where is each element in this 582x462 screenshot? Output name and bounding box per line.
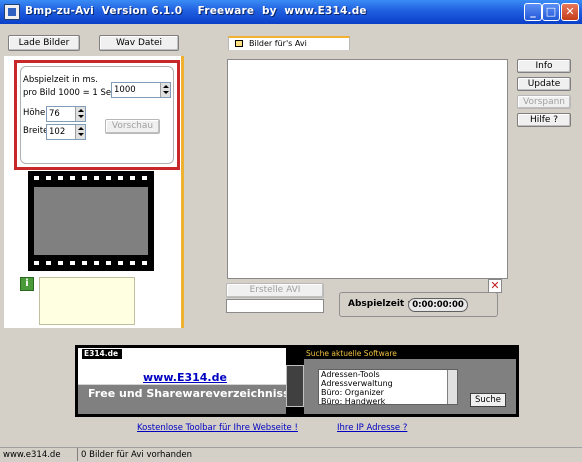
status-message: 0 Bilder für Avi vorhanden <box>81 450 193 460</box>
spin-down-icon[interactable] <box>163 91 169 94</box>
image-list[interactable] <box>227 59 508 279</box>
app-icon <box>4 4 20 20</box>
duration-input[interactable]: 1000 <box>111 82 171 98</box>
list-item[interactable]: Adressverwaltung <box>321 379 393 388</box>
toolbar-link[interactable]: Kostenlose Toolbar für Ihre Webseite ! <box>137 423 298 433</box>
ad-subtitle: Free und Sharewareverzeichniss <box>88 387 290 400</box>
list-item[interactable]: Büro: Organizer <box>321 388 384 397</box>
window-title: Bmp-zu-Avi Version 6.1.0 Freeware by www… <box>25 5 367 17</box>
duration-label: Abspielzeit in ms. <box>23 75 98 85</box>
close-button[interactable]: ✕ <box>561 3 579 21</box>
ip-address-link[interactable]: Ihre IP Adresse ? <box>337 423 407 433</box>
minimize-button[interactable]: _ <box>524 3 542 21</box>
height-label: Höhe <box>23 108 46 118</box>
duration-sub-label: pro Bild 1000 = 1 Sec. <box>23 88 119 98</box>
ad-url-link[interactable]: www.E314.de <box>143 371 227 384</box>
search-button[interactable]: Suche <box>470 393 506 407</box>
status-divider <box>77 448 78 461</box>
spin-up-icon[interactable] <box>78 127 84 130</box>
tab-images-for-avi[interactable]: Bilder für's Avi <box>228 36 350 50</box>
title-bar: Bmp-zu-Avi Version 6.1.0 Freeware by www… <box>0 0 582 24</box>
category-list[interactable]: Adressen-Tools Adressverwaltung Büro: Or… <box>318 369 458 405</box>
ad-connector-image <box>286 365 304 407</box>
width-label: Breite <box>23 126 49 136</box>
info-note-area <box>39 277 135 325</box>
list-item[interactable]: Büro: Handwerk <box>321 397 385 404</box>
duration-spinner[interactable] <box>160 83 170 97</box>
width-value: 102 <box>49 127 66 137</box>
info-button[interactable]: Info <box>517 59 571 73</box>
duration-value: 1000 <box>114 85 136 95</box>
list-item[interactable]: Adressen-Tools <box>321 370 380 379</box>
width-spinner[interactable] <box>75 125 85 139</box>
ad-search-header: Suche aktuelle Software <box>304 348 516 359</box>
create-avi-button[interactable]: Erstelle AVI <box>226 283 324 298</box>
width-input[interactable]: 102 <box>46 124 86 140</box>
height-spinner[interactable] <box>75 107 85 121</box>
spin-down-icon[interactable] <box>78 115 84 118</box>
playtime-value: 0:00:00:00 <box>408 298 468 312</box>
progress-bar <box>226 299 324 313</box>
ad-brand: E314.de <box>82 349 122 359</box>
status-bar: www.e314.de 0 Bilder für Avi vorhanden <box>0 447 582 462</box>
info-icon: i <box>20 277 34 291</box>
delete-icon[interactable]: ✕ <box>488 279 502 293</box>
intro-button[interactable]: Vorspann <box>517 95 571 109</box>
height-input[interactable]: 76 <box>46 106 86 122</box>
maximize-button[interactable]: □ <box>542 3 560 21</box>
film-strip-image <box>28 171 154 271</box>
wav-file-button[interactable]: Wav Datei <box>99 35 179 51</box>
height-value: 76 <box>49 109 60 119</box>
help-button[interactable]: Hilfe ? <box>517 113 571 127</box>
update-button[interactable]: Update <box>517 77 571 91</box>
spin-down-icon[interactable] <box>78 133 84 136</box>
playtime-label: Abspielzeit : <box>348 299 411 309</box>
status-website: www.e314.de <box>3 450 61 460</box>
spin-up-icon[interactable] <box>163 85 169 88</box>
tab-label: Bilder für's Avi <box>249 39 307 48</box>
tab-folder-icon <box>235 40 243 47</box>
load-images-button[interactable]: Lade Bilder <box>8 35 80 51</box>
spin-up-icon[interactable] <box>78 109 84 112</box>
preview-button[interactable]: Vorschau <box>105 119 160 134</box>
list-scrollbar[interactable] <box>447 370 457 404</box>
